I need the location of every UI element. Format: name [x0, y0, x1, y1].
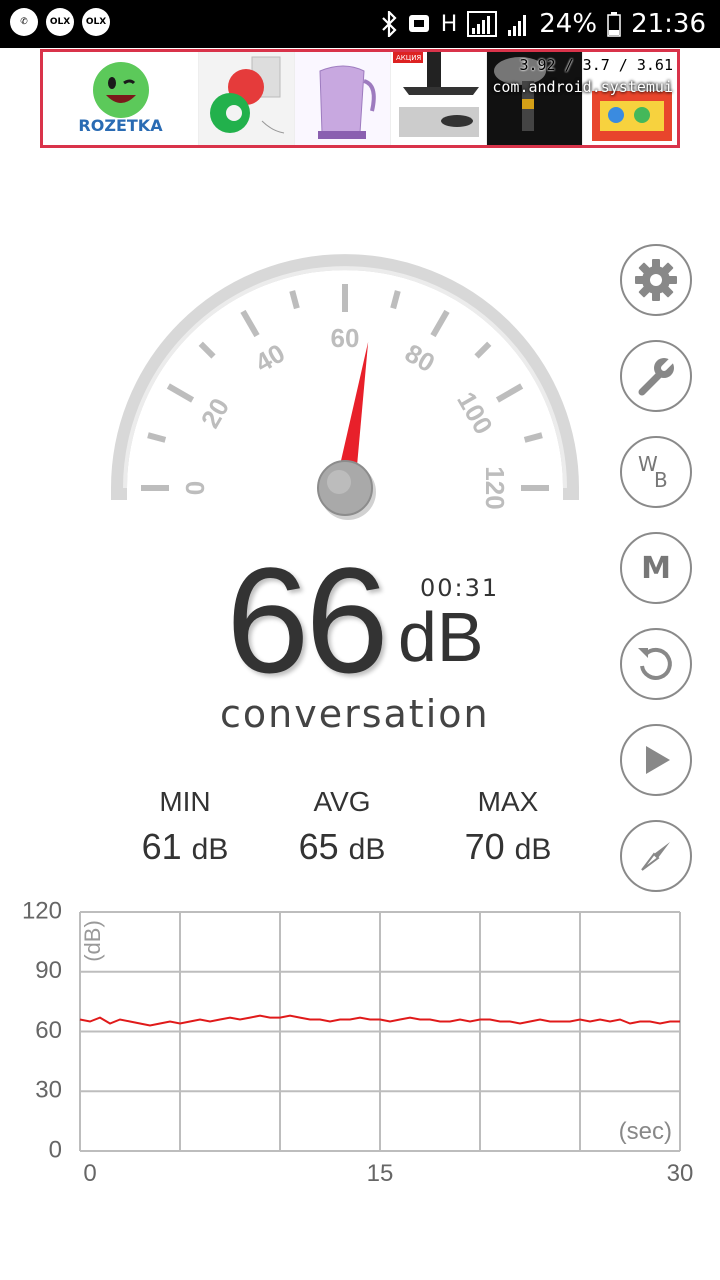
sound-meter-screen: ✆ OLX OLX H 24% 21:36 ROZETKA АКЦИЯ 3.92…	[0, 0, 720, 1280]
chart-ytick-label: 60	[35, 1017, 62, 1044]
status-bar: ✆ OLX OLX H 24% 21:36	[0, 0, 720, 48]
rozetka-smiley-icon	[92, 61, 149, 118]
chart-xlabel: (sec)	[619, 1118, 672, 1145]
ad-hood[interactable]: АКЦИЯ	[391, 52, 487, 145]
ad-speakers[interactable]	[199, 52, 295, 145]
gauge-tick	[474, 341, 492, 359]
avg-label: AVG	[313, 786, 371, 817]
min-value-line: 61 dB	[105, 826, 265, 868]
gauge-label: 100	[451, 387, 499, 440]
compass-button[interactable]	[620, 820, 692, 892]
reset-button[interactable]	[620, 628, 692, 700]
settings-button[interactable]	[620, 244, 692, 316]
battery-icon	[607, 12, 621, 37]
gear-icon	[635, 259, 677, 301]
max-label: MAX	[477, 786, 539, 817]
chart-xtick-label: 30	[667, 1160, 694, 1187]
wrench-icon	[638, 355, 677, 396]
avg-value-line: 65 dB	[262, 826, 422, 868]
min-stat: MIN 61 dB	[105, 786, 265, 868]
gauge-cap-right	[563, 488, 579, 500]
overlay-package: com.android.systemui	[492, 78, 673, 96]
viber-icon: ✆	[10, 8, 38, 36]
gauge-label: 80	[400, 338, 440, 378]
gauge-label: 60	[331, 323, 360, 353]
current-level-unit: dB	[398, 598, 484, 676]
overlay-stats: 3.92 / 3.7 / 3.61	[519, 56, 673, 74]
gauge-label: 120	[480, 466, 510, 509]
chart-ytick-label: 90	[35, 957, 62, 984]
gauge-tick	[147, 432, 167, 443]
chart-ytick-label: 30	[35, 1077, 62, 1104]
gauge-cap-left	[111, 488, 127, 500]
refresh-icon	[638, 647, 672, 680]
notification-icons: ✆ OLX OLX	[10, 8, 110, 36]
max-stat: MAX 70 dB	[428, 786, 588, 868]
signal-icon	[467, 11, 498, 37]
chart-xtick-label: 0	[83, 1160, 96, 1187]
avg-value: 65	[298, 826, 339, 867]
min-unit: dB	[191, 833, 229, 866]
max-unit: dB	[514, 833, 552, 866]
ad-rozetka[interactable]: ROZETKA	[43, 52, 199, 145]
ad-brand: ROZETKA	[78, 116, 163, 135]
olx-icon: OLX	[46, 8, 74, 36]
min-label: MIN	[159, 786, 211, 817]
compass-icon	[641, 842, 670, 871]
play-icon	[646, 746, 670, 774]
ad-kettle[interactable]	[295, 52, 391, 145]
gauge-tick	[198, 341, 216, 359]
gauge-label: 40	[250, 338, 290, 378]
gauge-tick	[390, 290, 401, 310]
white-balance-button[interactable]: W B	[620, 436, 692, 508]
gauge-tick	[240, 309, 260, 338]
gauge-tick	[289, 290, 300, 310]
memory-button[interactable]: M	[620, 532, 692, 604]
current-level-value: 66	[226, 536, 389, 704]
system-status: H 24% 21:36	[381, 0, 706, 48]
sound-level-gauge: 0 20 40 60 80 100 120	[111, 254, 579, 520]
speaker-product-image	[209, 56, 284, 134]
chart-ytick-label: 120	[22, 897, 62, 924]
gauge-hub-highlight	[327, 470, 351, 494]
level-history-chart: 120 90 60 30 00 15 30 (dB) (sec)	[22, 897, 694, 1187]
min-value: 61	[141, 826, 182, 867]
avg-stat: AVG 65 dB	[262, 786, 422, 868]
olx-icon: OLX	[82, 8, 110, 36]
gauge-tick	[430, 309, 450, 338]
ad-banner[interactable]: ROZETKA АКЦИЯ 3.92 / 3.7 / 3.61 com.andr…	[40, 49, 680, 148]
gauge-tick	[166, 383, 195, 403]
gauge-tick	[523, 432, 543, 443]
chart-ytick-label: 0	[49, 1136, 62, 1163]
tools-button[interactable]	[620, 340, 692, 412]
battery-percent: 24%	[539, 9, 598, 39]
gauge-tick	[495, 383, 524, 403]
network-type: H	[440, 11, 458, 37]
bluetooth-icon	[381, 11, 397, 37]
clock: 21:36	[631, 9, 706, 39]
signal-icon-2	[508, 15, 527, 36]
kettle-product-image	[317, 65, 376, 139]
chart-xtick-label: 15	[367, 1160, 394, 1187]
play-button[interactable]	[620, 724, 692, 796]
avg-unit: dB	[348, 833, 386, 866]
debug-overlay: 3.92 / 3.7 / 3.61 com.android.systemui	[492, 54, 673, 98]
wb-icon: W B	[636, 452, 676, 492]
ad-badge: АКЦИЯ	[396, 54, 421, 62]
message-icon	[408, 15, 429, 32]
wb-icon-b: B	[654, 468, 668, 492]
gauge-label: 0	[180, 481, 210, 495]
max-value: 70	[464, 826, 505, 867]
hood-product-image: АКЦИЯ	[392, 52, 479, 137]
m-icon: M	[641, 550, 671, 586]
noise-description: conversation	[220, 692, 490, 736]
chart-ylabel: (dB)	[80, 920, 105, 962]
gauge-label: 20	[195, 393, 235, 433]
max-value-line: 70 dB	[428, 826, 588, 868]
